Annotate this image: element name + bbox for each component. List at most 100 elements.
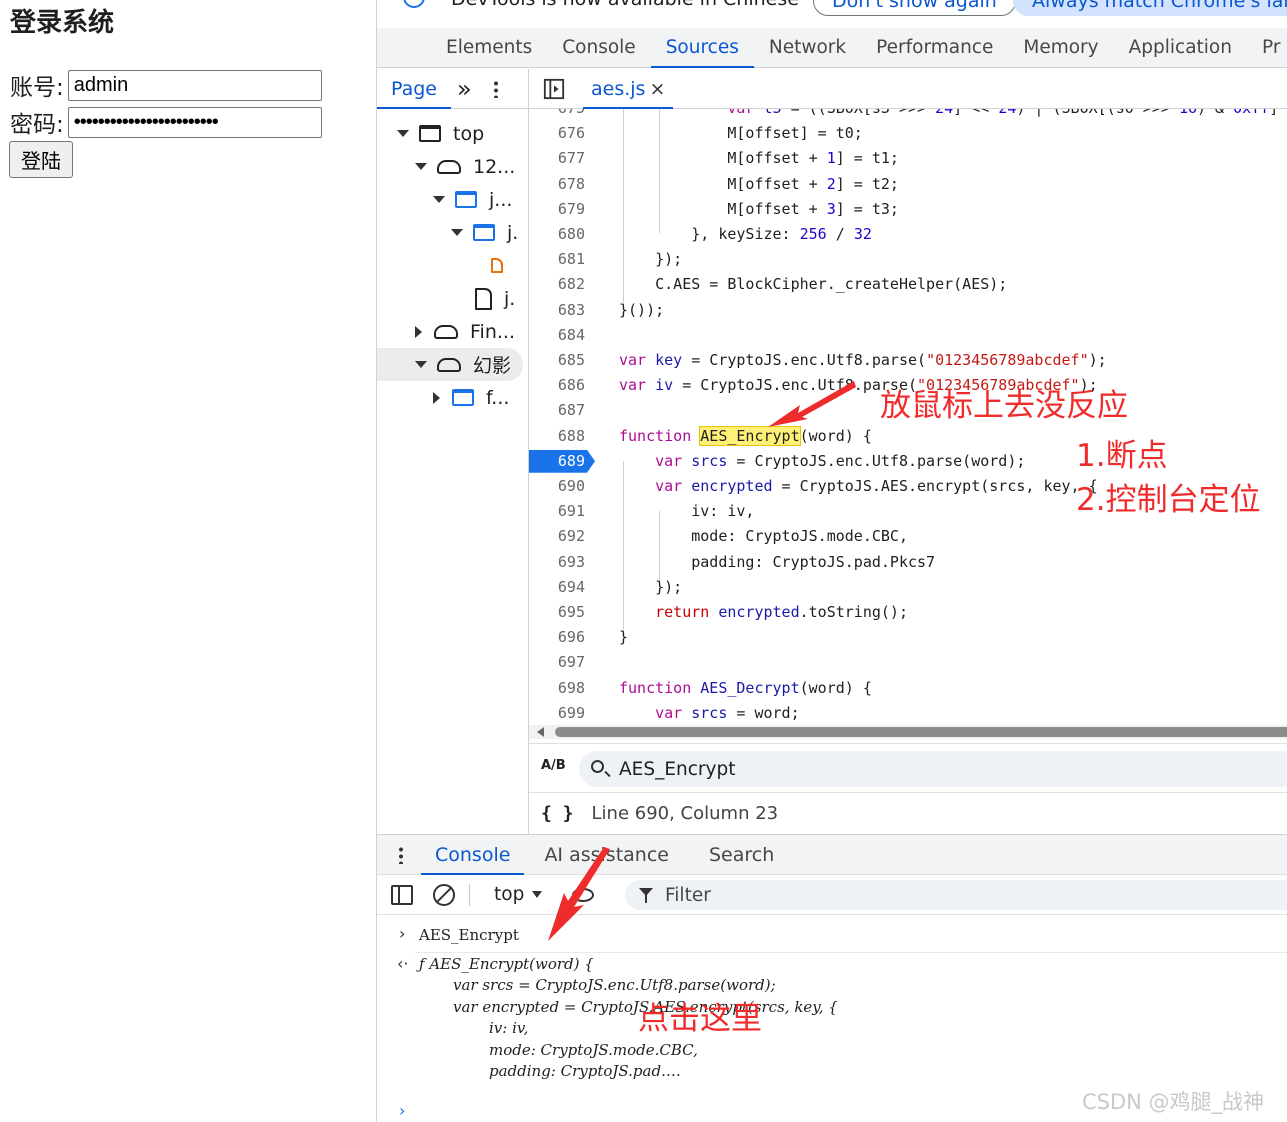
horizontal-scrollbar[interactable] [529, 725, 1287, 739]
tree-item-origin[interactable]: 12... [415, 150, 515, 183]
context-selector[interactable]: top [494, 884, 543, 905]
tab-memory[interactable]: Memory [1008, 28, 1113, 68]
drawer-tab-search[interactable]: Search [689, 835, 794, 875]
search-input[interactable]: AES_Encrypt [579, 751, 1287, 787]
line-number[interactable]: 681 [529, 247, 589, 272]
code-line[interactable]: 696} [529, 625, 1287, 650]
line-number[interactable]: 694 [529, 575, 589, 600]
info-icon [403, 0, 425, 8]
tree-item-file[interactable]: j. [475, 282, 515, 315]
code-line[interactable]: 681 }); [529, 247, 1287, 272]
scrollbar-thumb[interactable] [555, 727, 1287, 737]
line-number[interactable]: 687 [529, 398, 589, 423]
tab-network[interactable]: Network [754, 28, 861, 68]
code-line[interactable]: 676 M[offset] = t0; [529, 121, 1287, 146]
line-number[interactable]: 682 [529, 272, 589, 297]
line-number[interactable]: 698 [529, 676, 589, 701]
tree-item-folder[interactable]: j... [433, 183, 512, 216]
code-line[interactable]: 697 [529, 650, 1287, 675]
match-case-icon[interactable]: A/B [541, 758, 566, 773]
line-number[interactable]: 676 [529, 121, 589, 146]
drawer-tab-console[interactable]: Console [421, 835, 525, 875]
line-code: function AES_Decrypt(word) { [619, 678, 872, 697]
line-number[interactable]: 684 [529, 323, 589, 348]
code-line[interactable]: 699 var srcs = word; [529, 701, 1287, 725]
line-number[interactable]: 689 [529, 449, 589, 474]
tab-elements[interactable]: Elements [431, 28, 547, 68]
sources-navigator: Page » top 12... j... j. j. Fin... 幻影 f.… [377, 69, 529, 834]
drawer-menu-icon[interactable] [399, 845, 403, 864]
line-number[interactable]: 679 [529, 197, 589, 222]
line-number[interactable]: 696 [529, 625, 589, 650]
expand-arrow-icon [415, 163, 427, 170]
tab-sources[interactable]: Sources [650, 28, 754, 68]
tab-page[interactable]: Page [377, 69, 451, 109]
code-line[interactable]: 688 function AES_Encrypt(word) { [529, 424, 1287, 449]
tab-privacy[interactable]: Pr [1247, 28, 1287, 68]
code-line[interactable]: 683}()); [529, 298, 1287, 323]
web-page: 登录系统 账号: 密码: 登陆 [0, 0, 376, 1122]
code-line[interactable]: 698 function AES_Decrypt(word) { [529, 676, 1287, 701]
account-row: 账号: [10, 69, 322, 101]
login-button[interactable]: 登陆 [9, 141, 73, 178]
dont-show-again-button[interactable]: Don't show again [813, 0, 1016, 16]
code-line[interactable]: 694 }); [529, 575, 1287, 600]
more-options-icon[interactable] [493, 79, 498, 98]
code-line[interactable]: 695 return encrypted.toString(); [529, 600, 1287, 625]
line-code: var srcs = CryptoJS.enc.Utf8.parse(word)… [655, 451, 1026, 470]
code-line[interactable]: 685 var key = CryptoJS.enc.Utf8.parse("01… [529, 348, 1287, 373]
code-line[interactable]: 675 var t3 = ((SBOX[s3 >>> 24] << 24) | … [529, 109, 1287, 121]
close-icon[interactable]: × [649, 78, 665, 100]
line-number[interactable]: 678 [529, 172, 589, 197]
line-number[interactable]: 683 [529, 298, 589, 323]
line-number[interactable]: 699 [529, 701, 589, 725]
file-tab-aes-js[interactable]: aes.js × [583, 69, 674, 109]
line-number[interactable]: 685 [529, 348, 589, 373]
line-number[interactable]: 686 [529, 373, 589, 398]
code-line[interactable]: 689 var srcs = CryptoJS.enc.Utf8.parse(w… [529, 449, 1287, 474]
tab-console[interactable]: Console [547, 28, 650, 68]
scroll-left-icon[interactable] [537, 727, 544, 737]
code-line[interactable]: 693 padding: CryptoJS.pad.Pkcs7 [529, 550, 1287, 575]
code-line[interactable]: 692 mode: CryptoJS.mode.CBC, [529, 524, 1287, 549]
tab-application[interactable]: Application [1114, 28, 1247, 68]
code-line[interactable]: 677 M[offset + 1] = t1; [529, 146, 1287, 171]
password-input[interactable] [67, 106, 322, 138]
pretty-print-icon[interactable]: { } [541, 803, 574, 824]
tree-item-origin-selected[interactable]: 幻影 [377, 348, 523, 381]
tree-item-top[interactable]: top [397, 117, 484, 150]
code-line[interactable]: 678 M[offset + 2] = t2; [529, 172, 1287, 197]
always-match-language-button[interactable]: Always match Chrome's language [1013, 0, 1287, 16]
tree-item-folder[interactable]: f... [433, 381, 509, 414]
line-number[interactable]: 692 [529, 524, 589, 549]
line-number[interactable]: 691 [529, 499, 589, 524]
tab-performance[interactable]: Performance [861, 28, 1008, 68]
line-number[interactable]: 695 [529, 600, 589, 625]
line-number[interactable]: 693 [529, 550, 589, 575]
toggle-navigator-icon[interactable] [543, 78, 565, 100]
line-number[interactable]: 688 [529, 424, 589, 449]
code-line[interactable]: 679 M[offset + 3] = t3; [529, 197, 1287, 222]
line-number[interactable]: 697 [529, 650, 589, 675]
context-value: top [494, 884, 525, 905]
code-line[interactable]: 684 [529, 323, 1287, 348]
code-line[interactable]: 682 C.AES = BlockCipher._createHelper(AE… [529, 272, 1287, 297]
tree-item-label: Fin... [470, 320, 515, 343]
line-number[interactable]: 675 [529, 109, 589, 121]
tree-item-file[interactable] [491, 249, 515, 282]
tree-item-origin[interactable]: Fin... [415, 315, 515, 348]
line-number[interactable]: 680 [529, 222, 589, 247]
console-filter-input[interactable]: Filter [625, 880, 1287, 910]
console-output-line: padding: CryptoJS.pad.… [489, 1062, 681, 1080]
main-tabbar: Elements Console Sources Network Perform… [377, 28, 1287, 68]
console-sidebar-icon[interactable] [391, 884, 413, 905]
line-code: padding: CryptoJS.pad.Pkcs7 [619, 552, 936, 571]
tree-item-folder[interactable]: j. [451, 216, 518, 249]
line-number[interactable]: 690 [529, 474, 589, 499]
line-number[interactable]: 677 [529, 146, 589, 171]
console-prompt-icon[interactable]: › [399, 1101, 405, 1120]
clear-console-icon[interactable] [433, 883, 455, 906]
code-line[interactable]: 680 }, keySize: 256 / 32 [529, 222, 1287, 247]
more-tabs-icon[interactable]: » [457, 75, 472, 103]
account-input[interactable] [67, 69, 322, 101]
